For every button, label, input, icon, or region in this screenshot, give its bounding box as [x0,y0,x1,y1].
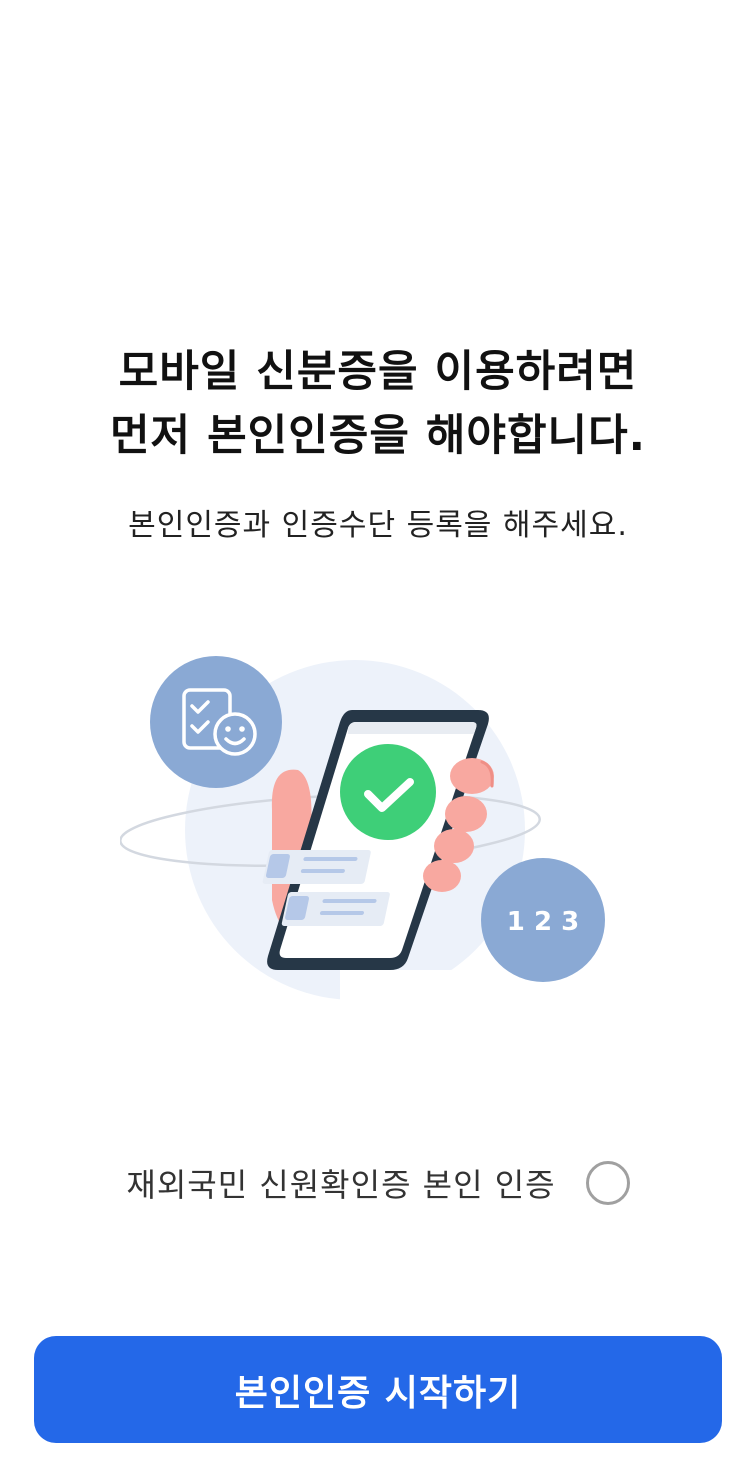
verification-intro-screen: 모바일 신분증을 이용하려면 먼저 본인인증을 해야합니다. 본인인증과 인증수… [0,0,756,1477]
option-label: 재외국민 신원확인증 본인 인증 [126,1166,556,1204]
document-smile-badge-icon [150,656,282,788]
check-circle [340,744,436,840]
number-badge-icon: 1 2 3 [481,858,605,982]
title-line-1: 모바일 신분증을 이용하려면 [118,347,638,397]
overseas-verification-radio[interactable] [585,1161,630,1205]
overseas-citizen-verification-option[interactable]: 재외국민 신원확인증 본인 인증 [0,1160,756,1206]
page-title: 모바일 신분증을 이용하려면 먼저 본인인증을 해야합니다. [0,340,756,468]
title-line-2: 먼저 본인인증을 해야합니다. [110,411,646,461]
page-subtitle: 본인인증과 인증수단 등록을 해주세요. [128,508,628,543]
illustration-graphic: 1 2 3 [119,656,605,1020]
start-verification-button[interactable]: 본인인증 시작하기 [34,1336,722,1443]
identity-verification-illustration: 1 2 3 [119,640,620,1020]
number-badge-text: 1 2 3 [507,907,579,937]
